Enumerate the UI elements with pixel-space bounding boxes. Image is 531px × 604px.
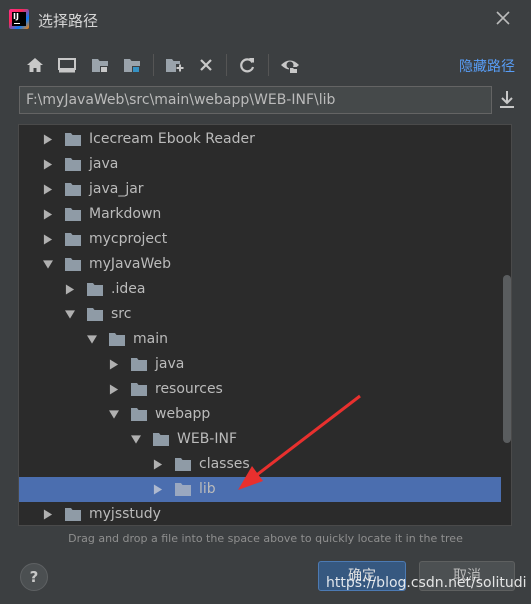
- toolbar-separator: [153, 54, 154, 76]
- scrollbar-thumb[interactable]: [503, 275, 511, 443]
- expanded-arrow-icon[interactable]: [109, 409, 119, 420]
- desktop-icon[interactable]: [56, 54, 78, 76]
- dialog-title: 选择路径: [38, 12, 99, 30]
- tree-row-label: Markdown: [89, 206, 162, 222]
- tree-row-label: Icecream Ebook Reader: [89, 131, 255, 147]
- folder-icon: [65, 508, 81, 521]
- folder-icon: [65, 233, 81, 246]
- tree-row[interactable]: classes: [19, 452, 501, 477]
- tree-row-label: WEB-INF: [177, 431, 237, 447]
- tree-row[interactable]: myJavaWeb: [19, 252, 501, 277]
- collapsed-arrow-icon[interactable]: [153, 459, 163, 470]
- drag-drop-hint: Drag and drop a file into the space abov…: [68, 532, 463, 545]
- tree-row-label: webapp: [155, 406, 211, 422]
- tree-row[interactable]: resources: [19, 377, 501, 402]
- tree-row-label: java: [89, 156, 119, 172]
- show-hidden-icon[interactable]: [279, 54, 301, 76]
- folder-icon: [109, 333, 125, 346]
- collapsed-arrow-icon[interactable]: [153, 484, 163, 495]
- refresh-icon[interactable]: [236, 54, 258, 76]
- tree-row[interactable]: webapp: [19, 402, 501, 427]
- folder-icon: [175, 458, 191, 471]
- tree-row[interactable]: myjsstudy: [19, 502, 501, 525]
- tree-row-label: mycproject: [89, 231, 168, 247]
- collapsed-arrow-icon[interactable]: [65, 284, 75, 295]
- tree-row[interactable]: src: [19, 302, 501, 327]
- collapsed-arrow-icon[interactable]: [43, 184, 53, 195]
- watermark-text: https://blog.csdn.net/solitudi: [326, 575, 527, 591]
- folder-icon: [175, 483, 191, 496]
- tree-row-label: java_jar: [89, 181, 144, 197]
- path-field-container: [19, 86, 492, 114]
- tree-row[interactable]: Markdown: [19, 202, 501, 227]
- folder-icon: [65, 183, 81, 196]
- tree-row-label: myjsstudy: [89, 506, 161, 522]
- file-tree[interactable]: Icecream Ebook Reader java java_jar Markdow…: [18, 124, 512, 526]
- hide-path-link[interactable]: 隐藏路径: [459, 56, 515, 76]
- expanded-arrow-icon[interactable]: [65, 309, 75, 320]
- toolbar-separator: [268, 54, 269, 76]
- tree-row-label: java: [155, 356, 185, 372]
- path-input[interactable]: [20, 87, 491, 113]
- tree-row-label: myJavaWeb: [89, 256, 172, 272]
- tree-row[interactable]: WEB-INF: [19, 427, 501, 452]
- folder-icon: [87, 283, 103, 296]
- collapsed-arrow-icon[interactable]: [43, 159, 53, 170]
- close-button[interactable]: [493, 8, 513, 28]
- tree-row[interactable]: java: [19, 152, 501, 177]
- tree-row-label: main: [133, 331, 168, 347]
- collapsed-arrow-icon[interactable]: [109, 384, 119, 395]
- collapsed-arrow-icon[interactable]: [43, 209, 53, 220]
- collapsed-arrow-icon[interactable]: [43, 234, 53, 245]
- tree-row[interactable]: main: [19, 327, 501, 352]
- tree-row[interactable]: lib: [19, 477, 501, 502]
- tree-row-label: classes: [199, 456, 250, 472]
- folder-icon: [131, 408, 147, 421]
- toolbar-separator: [226, 54, 227, 76]
- title-bar: IJ 选择路径: [0, 0, 531, 40]
- close-icon: [496, 11, 510, 25]
- folder-icon: [65, 158, 81, 171]
- folder-icon: [65, 133, 81, 146]
- expanded-arrow-icon[interactable]: [87, 334, 97, 345]
- expanded-arrow-icon[interactable]: [43, 259, 53, 270]
- tree-row-label: resources: [155, 381, 223, 397]
- help-button[interactable]: ?: [20, 563, 48, 591]
- home-icon[interactable]: [24, 54, 46, 76]
- folder-icon: [153, 433, 169, 446]
- new-folder-icon[interactable]: [163, 54, 185, 76]
- toolbar: 隐藏路径: [0, 50, 531, 80]
- intellij-logo-icon: IJ: [9, 9, 29, 29]
- tree-row[interactable]: .idea: [19, 277, 501, 302]
- tree-row-label: src: [111, 306, 132, 322]
- expanded-arrow-icon[interactable]: [131, 434, 141, 445]
- folder-icon: [87, 308, 103, 321]
- collapsed-arrow-icon[interactable]: [109, 359, 119, 370]
- collapsed-arrow-icon[interactable]: [43, 509, 53, 520]
- tree-row-label: lib: [199, 481, 216, 497]
- tree-row[interactable]: java_jar: [19, 177, 501, 202]
- folder-icon: [131, 383, 147, 396]
- project-folder-icon[interactable]: [89, 54, 111, 76]
- delete-icon[interactable]: [195, 54, 217, 76]
- collapsed-arrow-icon[interactable]: [43, 134, 53, 145]
- folder-icon: [131, 358, 147, 371]
- module-folder-icon[interactable]: [121, 54, 143, 76]
- folder-icon: [65, 258, 81, 271]
- tree-row[interactable]: Icecream Ebook Reader: [19, 127, 501, 152]
- tree-row-label: .idea: [111, 281, 146, 297]
- tree-row[interactable]: java: [19, 352, 501, 377]
- folder-icon: [65, 208, 81, 221]
- tree-row[interactable]: mycproject: [19, 227, 501, 252]
- download-icon[interactable]: [496, 88, 518, 112]
